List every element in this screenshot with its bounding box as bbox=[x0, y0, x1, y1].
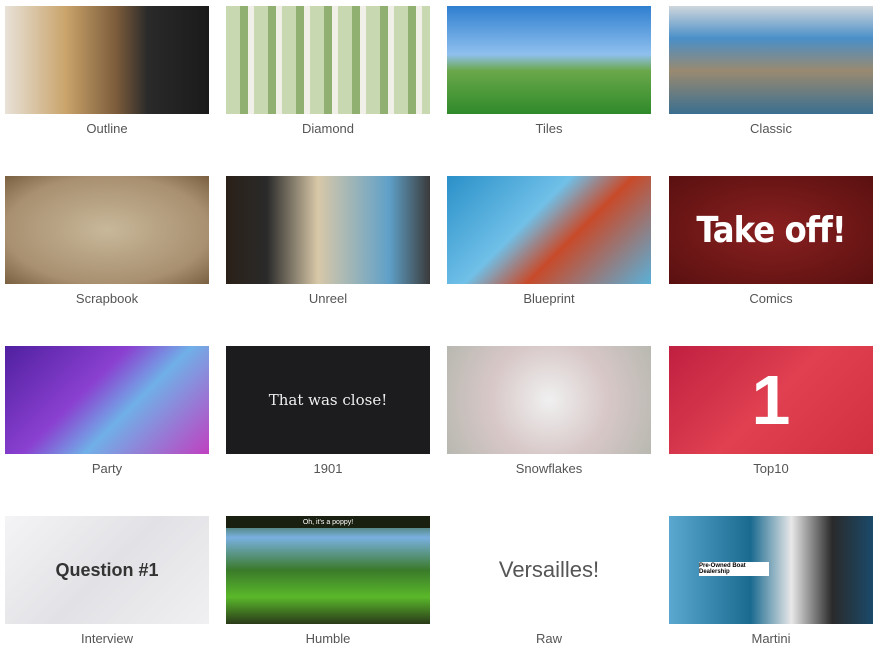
thumbnail-text: Question #1 bbox=[55, 559, 159, 580]
theme-tiles[interactable]: Tiles bbox=[447, 6, 651, 136]
theme-thumbnail[interactable]: Versailles! bbox=[447, 516, 651, 624]
theme-thumbnail[interactable] bbox=[669, 6, 873, 114]
thumbnail-text: 1 bbox=[751, 361, 791, 439]
theme-blueprint[interactable]: Blueprint bbox=[447, 176, 651, 306]
theme-raw[interactable]: Versailles! Raw bbox=[447, 516, 651, 646]
theme-label: Classic bbox=[750, 121, 792, 136]
theme-outline[interactable]: Outline bbox=[5, 6, 209, 136]
thumbnail-text: Pre-Owned Boat Dealership bbox=[699, 562, 769, 576]
theme-label: Snowflakes bbox=[515, 461, 583, 476]
theme-label: Diamond bbox=[301, 121, 355, 136]
theme-thumbnail[interactable] bbox=[447, 346, 651, 454]
theme-label: Scrapbook bbox=[75, 291, 139, 306]
theme-comics[interactable]: Take off! Comics bbox=[669, 176, 873, 306]
theme-scrapbook[interactable]: Scrapbook bbox=[5, 176, 209, 306]
theme-unreel[interactable]: Unreel bbox=[226, 176, 430, 306]
theme-snowflakes[interactable]: Snowflakes bbox=[447, 346, 651, 476]
thumbnail-text: Take off! bbox=[696, 209, 846, 251]
theme-humble[interactable]: Oh, it's a poppy! Humble bbox=[226, 516, 430, 646]
theme-martini[interactable]: Pre-Owned Boat Dealership Martini bbox=[669, 516, 873, 646]
theme-thumbnail[interactable]: 1 bbox=[669, 346, 873, 454]
theme-thumbnail[interactable] bbox=[5, 6, 209, 114]
theme-top10[interactable]: 1 Top10 bbox=[669, 346, 873, 476]
theme-1901[interactable]: That was close! 1901 bbox=[226, 346, 430, 476]
theme-label: Raw bbox=[535, 631, 562, 646]
theme-thumbnail[interactable] bbox=[5, 346, 209, 454]
theme-label: Party bbox=[91, 461, 123, 476]
theme-thumbnail[interactable] bbox=[447, 176, 651, 284]
theme-thumbnail[interactable]: Pre-Owned Boat Dealership bbox=[669, 516, 873, 624]
theme-label: Tiles bbox=[535, 121, 563, 136]
theme-label: Comics bbox=[749, 291, 793, 306]
theme-thumbnail[interactable]: That was close! bbox=[226, 346, 430, 454]
theme-thumbnail[interactable] bbox=[447, 6, 651, 114]
theme-thumbnail[interactable] bbox=[226, 176, 430, 284]
theme-thumbnail[interactable] bbox=[5, 176, 209, 284]
theme-party[interactable]: Party bbox=[5, 346, 209, 476]
theme-label: Outline bbox=[86, 121, 128, 136]
theme-diamond[interactable]: Diamond bbox=[226, 6, 430, 136]
theme-label: Humble bbox=[305, 631, 351, 646]
theme-label: Interview bbox=[80, 631, 134, 646]
theme-thumbnail[interactable]: Oh, it's a poppy! bbox=[226, 516, 430, 624]
theme-label: Blueprint bbox=[523, 291, 575, 306]
theme-classic[interactable]: Classic bbox=[669, 6, 873, 136]
theme-label: Martini bbox=[751, 631, 791, 646]
thumbnail-text: That was close! bbox=[268, 391, 388, 409]
theme-label: Unreel bbox=[308, 291, 348, 306]
theme-thumbnail[interactable]: Take off! bbox=[669, 176, 873, 284]
theme-label: Top10 bbox=[753, 461, 789, 476]
theme-thumbnail[interactable] bbox=[226, 6, 430, 114]
theme-label: 1901 bbox=[313, 461, 343, 476]
theme-interview[interactable]: Question #1 Interview bbox=[5, 516, 209, 646]
thumbnail-text: Versailles! bbox=[498, 557, 600, 582]
thumbnail-text: Oh, it's a poppy! bbox=[226, 516, 430, 528]
theme-thumbnail[interactable]: Question #1 bbox=[5, 516, 209, 624]
